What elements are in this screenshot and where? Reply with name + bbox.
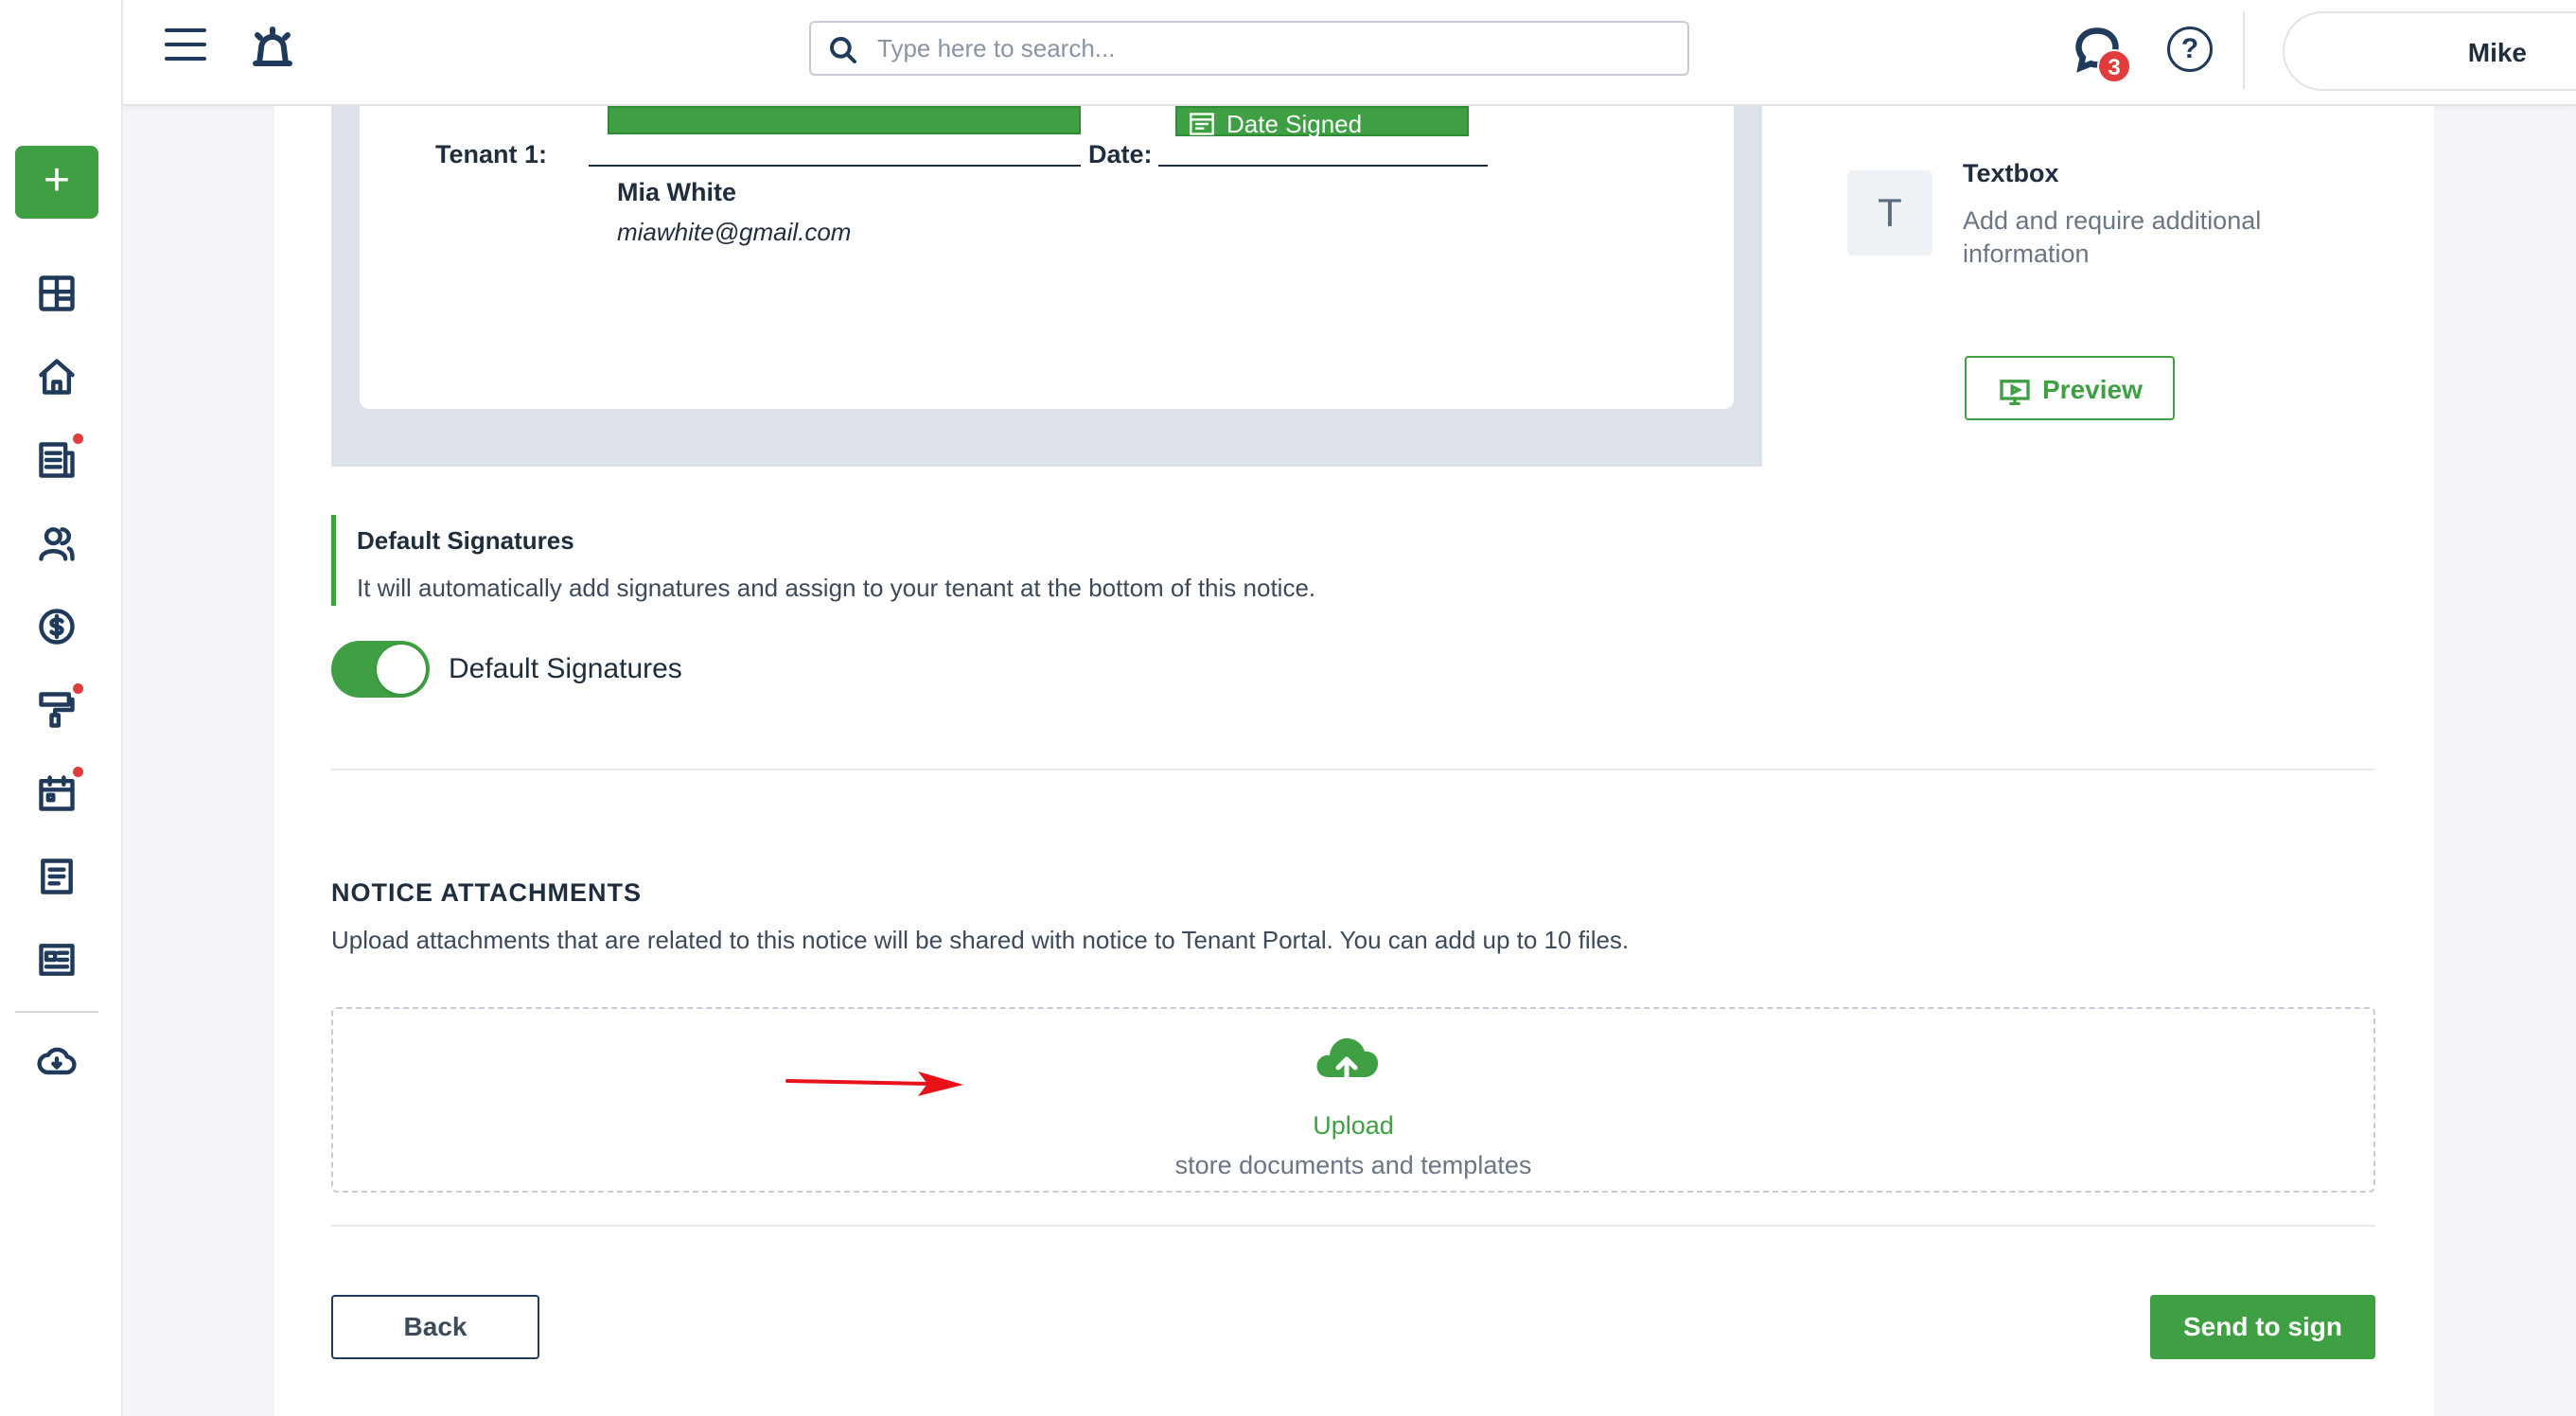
signature-line — [589, 165, 1081, 167]
user-menu[interactable]: Mike — [2283, 11, 2576, 91]
monitor-play-icon — [2000, 380, 2030, 405]
textbox-icon[interactable]: T — [1847, 170, 1932, 256]
header-divider — [2243, 11, 2245, 89]
textbox-description: Add and require additional information — [1963, 206, 2262, 268]
notification-dot — [73, 434, 83, 444]
download-icon[interactable] — [36, 1041, 78, 1083]
sidebar: + — [0, 0, 123, 1416]
help-icon[interactable]: ? — [2167, 27, 2213, 72]
date-line — [1158, 165, 1488, 167]
document-preview-area: Date Signed Tenant 1: Date: Mia White mi… — [331, 106, 1762, 467]
upload-dropzone[interactable]: Upload store documents and templates — [331, 1007, 2375, 1193]
chat-icon[interactable]: 3 — [2073, 25, 2131, 83]
menu-icon[interactable] — [165, 28, 206, 70]
default-signatures-toggle[interactable] — [331, 641, 430, 698]
alarm-icon[interactable] — [250, 25, 295, 72]
calendar-icon[interactable] — [36, 767, 83, 814]
home-icon[interactable] — [36, 356, 78, 398]
date-signed-field[interactable]: Date Signed — [1175, 106, 1469, 138]
fields-panel: T Textbox Add and require additional inf… — [1762, 106, 2377, 467]
reports-icon[interactable] — [36, 434, 83, 481]
default-signatures-toggle-label: Default Signatures — [449, 653, 682, 684]
preview-label: Preview — [2042, 375, 2143, 404]
back-button[interactable]: Back — [331, 1295, 539, 1359]
default-signatures-description: It will automatically add signatures and… — [357, 574, 1316, 602]
tenant-label: Tenant 1: — [435, 140, 548, 168]
default-signatures-info: Default Signatures It will automatically… — [331, 515, 1656, 606]
calendar-icon — [1190, 113, 1214, 135]
main-content: Date Signed Tenant 1: Date: Mia White mi… — [274, 106, 2434, 1416]
notification-dot — [73, 683, 83, 694]
top-header: 3 ? Mike — [123, 0, 2576, 106]
section-divider — [331, 769, 2375, 770]
signature-field[interactable] — [608, 106, 1081, 134]
annotation-arrow-icon — [785, 1071, 963, 1096]
send-to-sign-button[interactable]: Send to sign — [2150, 1295, 2375, 1359]
listing-icon[interactable] — [36, 939, 78, 981]
section-divider — [331, 1225, 2375, 1227]
upload-label[interactable]: Upload — [333, 1111, 2373, 1141]
notice-attachments-description: Upload attachments that are related to t… — [331, 926, 1630, 954]
document-page: Date Signed Tenant 1: Date: Mia White mi… — [360, 106, 1734, 409]
textbox-title: Textbox — [1963, 159, 2059, 187]
date-label: Date: — [1088, 140, 1153, 168]
search-box[interactable] — [809, 21, 1689, 76]
default-signatures-title: Default Signatures — [357, 526, 574, 555]
upload-sublabel: store documents and templates — [1174, 1151, 1532, 1179]
document-icon[interactable] — [36, 856, 78, 897]
user-name: Mike — [2467, 38, 2527, 67]
dollar-icon[interactable] — [36, 606, 78, 647]
notice-attachments-title: NOTICE ATTACHMENTS — [331, 878, 642, 907]
search-icon — [830, 37, 856, 63]
sidebar-divider — [15, 1011, 98, 1013]
notification-dot — [73, 767, 83, 777]
search-input[interactable] — [877, 30, 1672, 66]
tenant-email: miawhite@gmail.com — [617, 218, 852, 246]
toggle-knob — [377, 645, 426, 694]
people-icon[interactable] — [36, 522, 78, 564]
maintenance-icon[interactable] — [36, 683, 83, 731]
date-signed-label: Date Signed — [1226, 110, 1363, 138]
preview-button[interactable]: Preview — [1965, 356, 2175, 420]
cloud-upload-icon[interactable] — [1314, 1030, 1380, 1089]
tenant-name: Mia White — [617, 178, 736, 206]
dashboard-icon[interactable] — [36, 273, 78, 314]
notification-badge: 3 — [2097, 49, 2131, 83]
add-button[interactable]: + — [15, 146, 98, 219]
